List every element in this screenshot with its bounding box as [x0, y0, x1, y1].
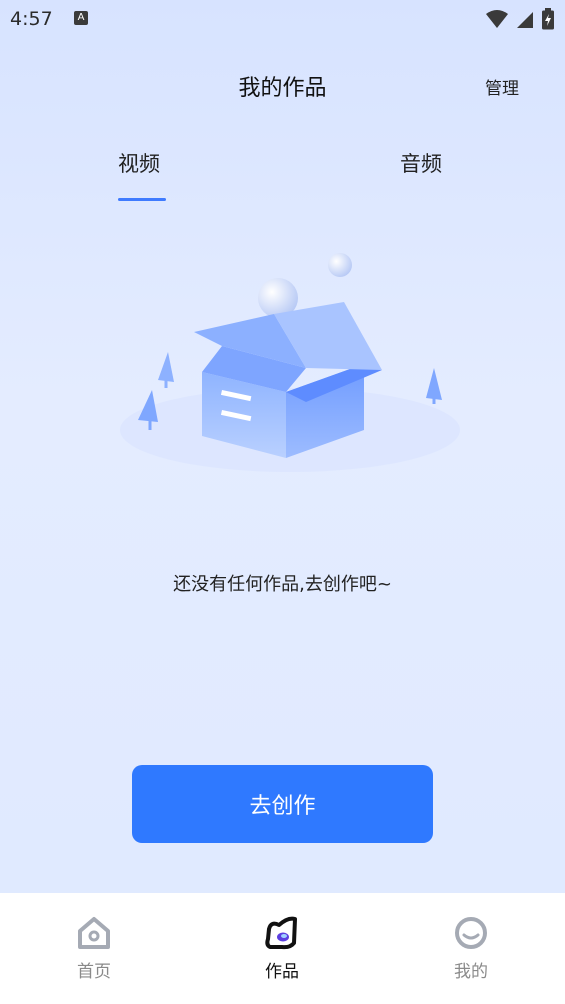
app-notification-icon: A: [74, 11, 88, 25]
status-icons: [485, 8, 555, 30]
empty-box-illustration: [120, 253, 460, 472]
signal-icon: [517, 12, 533, 28]
works-icon: [265, 916, 297, 950]
manage-button[interactable]: 管理: [485, 74, 519, 99]
empty-state-message: 还没有任何作品,去创作吧~: [173, 574, 392, 595]
top-bar: 我的作品 管理: [0, 60, 565, 110]
page-title: 我的作品: [238, 76, 327, 101]
status-time: 4:57: [10, 8, 53, 30]
create-button[interactable]: 去创作: [132, 765, 433, 843]
tab-bar: 视频 音频: [0, 140, 565, 204]
nav-mine-label: 我的: [454, 962, 488, 982]
nav-works[interactable]: 作品: [222, 893, 342, 1004]
profile-icon: [455, 917, 487, 949]
bottom-navigation: 首页 作品 我的: [0, 893, 565, 1004]
home-icon: [78, 917, 110, 949]
nav-works-label: 作品: [265, 962, 299, 982]
nav-mine[interactable]: 我的: [411, 893, 531, 1004]
nav-home-label: 首页: [77, 962, 111, 982]
nav-home[interactable]: 首页: [34, 893, 154, 1004]
active-tab-indicator: [118, 198, 166, 201]
status-bar: 4:57 A: [0, 0, 565, 36]
battery-icon: [542, 8, 554, 30]
wifi-icon: [486, 10, 508, 28]
tab-video[interactable]: 视频: [118, 148, 160, 178]
tab-audio[interactable]: 音频: [400, 148, 442, 178]
